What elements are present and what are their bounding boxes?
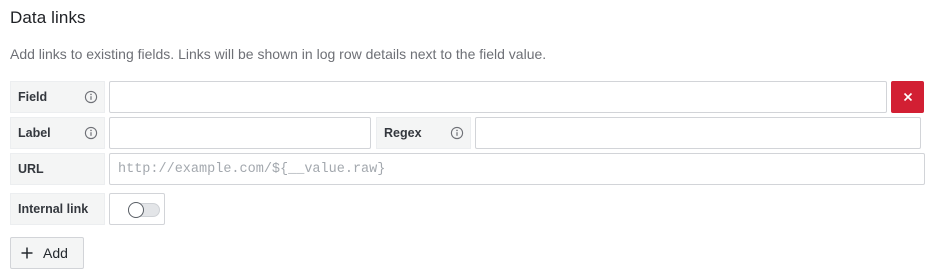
label-input[interactable] (109, 117, 371, 149)
data-links-section: Data links Add links to existing fields.… (0, 0, 937, 274)
url-label: URL (10, 153, 105, 185)
plus-icon (21, 247, 33, 259)
delete-link-button[interactable] (891, 81, 924, 113)
internal-link-label-text: Internal link (18, 202, 89, 216)
info-circle-icon[interactable] (84, 90, 98, 104)
url-input[interactable] (109, 153, 925, 185)
switch-knob (128, 202, 144, 218)
internal-link-label: Internal link (10, 193, 105, 225)
times-icon (903, 92, 912, 102)
add-button-label: Add (43, 245, 68, 261)
field-label: Field (10, 81, 105, 113)
regex-input[interactable] (475, 117, 921, 149)
field-input[interactable] (109, 81, 887, 113)
info-circle-icon[interactable] (450, 126, 464, 140)
add-link-button[interactable]: Add (10, 237, 84, 269)
internal-link-switch[interactable] (109, 193, 165, 225)
section-description: Add links to existing fields. Links will… (10, 46, 547, 62)
section-title: Data links (10, 8, 86, 27)
switch-track (128, 202, 160, 218)
regex-label: Regex (376, 117, 471, 149)
regex-label-text: Regex (384, 126, 422, 140)
label-label-text: Label (18, 126, 51, 140)
label-label: Label (10, 117, 105, 149)
field-label-text: Field (18, 90, 48, 104)
info-circle-icon[interactable] (84, 126, 98, 140)
url-label-text: URL (18, 162, 44, 176)
